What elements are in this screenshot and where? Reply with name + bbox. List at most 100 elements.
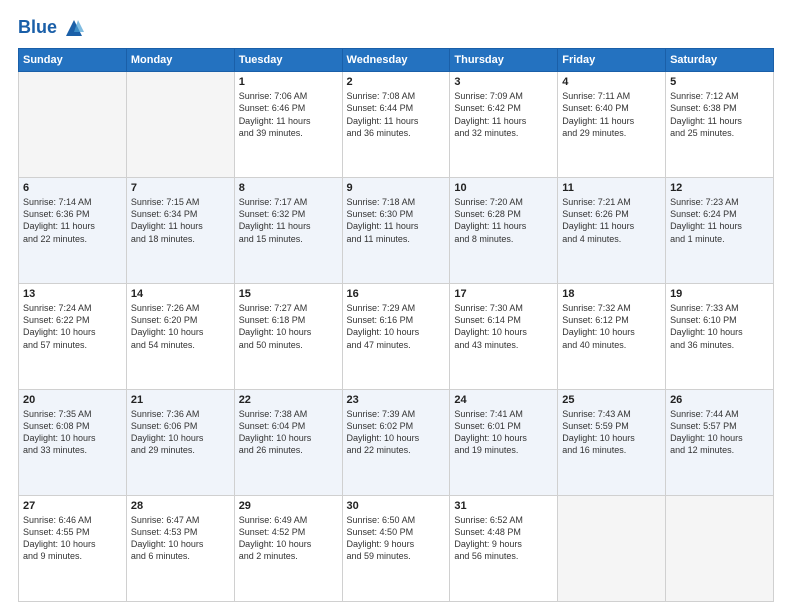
day-number: 15 <box>239 288 338 300</box>
day-number: 22 <box>239 394 338 406</box>
day-info: Sunrise: 7:43 AM Sunset: 5:59 PM Dayligh… <box>562 408 661 457</box>
day-number: 23 <box>347 394 446 406</box>
calendar-cell: 24Sunrise: 7:41 AM Sunset: 6:01 PM Dayli… <box>450 390 558 496</box>
day-info: Sunrise: 7:35 AM Sunset: 6:08 PM Dayligh… <box>23 408 122 457</box>
calendar-cell: 11 Sunrise: 7:21 AM Sunset: 6:26 PM Dayli… <box>558 178 666 284</box>
day-number: 19 <box>670 288 769 300</box>
calendar-cell: 7 Sunrise: 7:15 AM Sunset: 6:34 PM Daylig… <box>126 178 234 284</box>
day-info: Sunrise: 6:52 AM Sunset: 4:48 PM Dayligh… <box>454 514 553 563</box>
logo-text: Blue <box>18 18 84 38</box>
calendar-cell: 31 Sunrise: 6:52 AM Sunset: 4:48 PM Dayli… <box>450 496 558 602</box>
day-number: 26 <box>670 394 769 406</box>
day-info: Sunrise: 7:23 AM Sunset: 6:24 PM Dayligh… <box>670 196 769 245</box>
day-info: Sunrise: 7:20 AM Sunset: 6:28 PM Dayligh… <box>454 196 553 245</box>
calendar-cell: 9 Sunrise: 7:18 AM Sunset: 6:30 PM Daylig… <box>342 178 450 284</box>
calendar-cell: 6 Sunrise: 7:14 AM Sunset: 6:36 PM Daylig… <box>19 178 127 284</box>
calendar-cell: 28 Sunrise: 6:47 AM Sunset: 4:53 PM Dayli… <box>126 496 234 602</box>
day-number: 12 <box>670 182 769 194</box>
day-info: Sunrise: 6:46 AM Sunset: 4:55 PM Dayligh… <box>23 514 122 563</box>
calendar-cell: 10 Sunrise: 7:20 AM Sunset: 6:28 PM Dayli… <box>450 178 558 284</box>
page: Blue SundayMondayTuesdayWednesdayThursda… <box>0 0 792 612</box>
calendar-cell: 16 Sunrise: 7:29 AM Sunset: 6:16 PM Dayli… <box>342 284 450 390</box>
calendar-cell: 22 Sunrise: 7:38 AM Sunset: 6:04 PM Dayli… <box>234 390 342 496</box>
day-info: Sunrise: 7:08 AM Sunset: 6:44 PM Dayligh… <box>347 90 446 139</box>
calendar-cell <box>126 72 234 178</box>
day-number: 4 <box>562 76 661 88</box>
logo-blue: Blue <box>18 18 84 38</box>
calendar-cell: 29 Sunrise: 6:49 AM Sunset: 4:52 PM Dayli… <box>234 496 342 602</box>
day-info: Sunrise: 7:38 AM Sunset: 6:04 PM Dayligh… <box>239 408 338 457</box>
calendar-cell: 3Sunrise: 7:09 AM Sunset: 6:42 PM Daylig… <box>450 72 558 178</box>
day-info: Sunrise: 7:30 AM Sunset: 6:14 PM Dayligh… <box>454 302 553 351</box>
calendar-cell <box>558 496 666 602</box>
calendar-week-row: 13Sunrise: 7:24 AM Sunset: 6:22 PM Dayli… <box>19 284 774 390</box>
calendar-cell: 4 Sunrise: 7:11 AM Sunset: 6:40 PM Daylig… <box>558 72 666 178</box>
day-number: 7 <box>131 182 230 194</box>
calendar-cell: 25Sunrise: 7:43 AM Sunset: 5:59 PM Dayli… <box>558 390 666 496</box>
col-header-friday: Friday <box>558 49 666 72</box>
calendar-week-row: 20 Sunrise: 7:35 AM Sunset: 6:08 PM Dayli… <box>19 390 774 496</box>
col-header-thursday: Thursday <box>450 49 558 72</box>
calendar-cell: 17 Sunrise: 7:30 AM Sunset: 6:14 PM Dayli… <box>450 284 558 390</box>
day-info: Sunrise: 7:12 AM Sunset: 6:38 PM Dayligh… <box>670 90 769 139</box>
calendar-cell: 12 Sunrise: 7:23 AM Sunset: 6:24 PM Dayli… <box>666 178 774 284</box>
day-info: Sunrise: 6:50 AM Sunset: 4:50 PM Dayligh… <box>347 514 446 563</box>
day-number: 30 <box>347 500 446 512</box>
day-info: Sunrise: 7:36 AM Sunset: 6:06 PM Dayligh… <box>131 408 230 457</box>
day-number: 16 <box>347 288 446 300</box>
day-number: 31 <box>454 500 553 512</box>
day-info: Sunrise: 7:21 AM Sunset: 6:26 PM Dayligh… <box>562 196 661 245</box>
day-info: Sunrise: 7:15 AM Sunset: 6:34 PM Dayligh… <box>131 196 230 245</box>
calendar-cell: 27Sunrise: 6:46 AM Sunset: 4:55 PM Dayli… <box>19 496 127 602</box>
logo: Blue <box>18 18 84 38</box>
day-info: Sunrise: 7:11 AM Sunset: 6:40 PM Dayligh… <box>562 90 661 139</box>
day-info: Sunrise: 7:32 AM Sunset: 6:12 PM Dayligh… <box>562 302 661 351</box>
day-number: 11 <box>562 182 661 194</box>
day-number: 21 <box>131 394 230 406</box>
day-number: 29 <box>239 500 338 512</box>
calendar-header-row: SundayMondayTuesdayWednesdayThursdayFrid… <box>19 49 774 72</box>
day-number: 20 <box>23 394 122 406</box>
day-info: Sunrise: 7:17 AM Sunset: 6:32 PM Dayligh… <box>239 196 338 245</box>
day-info: Sunrise: 7:29 AM Sunset: 6:16 PM Dayligh… <box>347 302 446 351</box>
calendar-table: SundayMondayTuesdayWednesdayThursdayFrid… <box>18 48 774 602</box>
calendar-week-row: 27Sunrise: 6:46 AM Sunset: 4:55 PM Dayli… <box>19 496 774 602</box>
col-header-wednesday: Wednesday <box>342 49 450 72</box>
day-info: Sunrise: 7:09 AM Sunset: 6:42 PM Dayligh… <box>454 90 553 139</box>
day-info: Sunrise: 7:41 AM Sunset: 6:01 PM Dayligh… <box>454 408 553 457</box>
day-number: 8 <box>239 182 338 194</box>
day-number: 17 <box>454 288 553 300</box>
calendar-cell <box>19 72 127 178</box>
col-header-monday: Monday <box>126 49 234 72</box>
day-info: Sunrise: 7:14 AM Sunset: 6:36 PM Dayligh… <box>23 196 122 245</box>
day-number: 6 <box>23 182 122 194</box>
day-info: Sunrise: 7:33 AM Sunset: 6:10 PM Dayligh… <box>670 302 769 351</box>
day-number: 2 <box>347 76 446 88</box>
day-number: 9 <box>347 182 446 194</box>
calendar-cell: 1Sunrise: 7:06 AM Sunset: 6:46 PM Daylig… <box>234 72 342 178</box>
calendar-cell: 30 Sunrise: 6:50 AM Sunset: 4:50 PM Dayli… <box>342 496 450 602</box>
col-header-sunday: Sunday <box>19 49 127 72</box>
day-number: 13 <box>23 288 122 300</box>
day-info: Sunrise: 7:27 AM Sunset: 6:18 PM Dayligh… <box>239 302 338 351</box>
col-header-saturday: Saturday <box>666 49 774 72</box>
calendar-cell: 13Sunrise: 7:24 AM Sunset: 6:22 PM Dayli… <box>19 284 127 390</box>
header: Blue <box>18 18 774 38</box>
day-info: Sunrise: 6:47 AM Sunset: 4:53 PM Dayligh… <box>131 514 230 563</box>
calendar-cell: 20 Sunrise: 7:35 AM Sunset: 6:08 PM Dayli… <box>19 390 127 496</box>
day-number: 28 <box>131 500 230 512</box>
day-info: Sunrise: 6:49 AM Sunset: 4:52 PM Dayligh… <box>239 514 338 563</box>
calendar-cell: 8 Sunrise: 7:17 AM Sunset: 6:32 PM Daylig… <box>234 178 342 284</box>
col-header-tuesday: Tuesday <box>234 49 342 72</box>
calendar-cell: 2 Sunrise: 7:08 AM Sunset: 6:44 PM Daylig… <box>342 72 450 178</box>
day-info: Sunrise: 7:06 AM Sunset: 6:46 PM Dayligh… <box>239 90 338 139</box>
day-info: Sunrise: 7:26 AM Sunset: 6:20 PM Dayligh… <box>131 302 230 351</box>
calendar-week-row: 1Sunrise: 7:06 AM Sunset: 6:46 PM Daylig… <box>19 72 774 178</box>
day-info: Sunrise: 7:44 AM Sunset: 5:57 PM Dayligh… <box>670 408 769 457</box>
day-number: 14 <box>131 288 230 300</box>
calendar-cell: 26 Sunrise: 7:44 AM Sunset: 5:57 PM Dayli… <box>666 390 774 496</box>
day-number: 10 <box>454 182 553 194</box>
calendar-week-row: 6 Sunrise: 7:14 AM Sunset: 6:36 PM Daylig… <box>19 178 774 284</box>
day-info: Sunrise: 7:18 AM Sunset: 6:30 PM Dayligh… <box>347 196 446 245</box>
calendar-cell <box>666 496 774 602</box>
